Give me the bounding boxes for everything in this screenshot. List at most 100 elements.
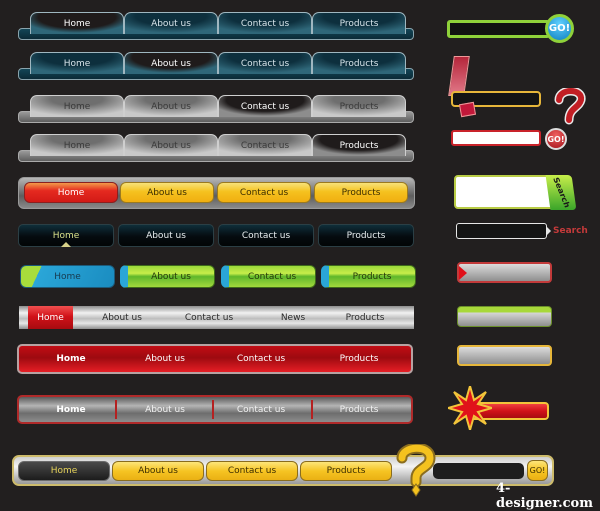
tab-contact-us[interactable]: Contact us — [171, 306, 247, 329]
tab-about-us[interactable]: About us — [120, 265, 215, 288]
tab-label: Home — [63, 58, 91, 69]
outline-search-input[interactable] — [456, 223, 547, 239]
tab-contact-us[interactable]: Contact us — [218, 12, 312, 34]
tab-label: Home — [50, 466, 78, 476]
tab-home[interactable]: Home — [20, 265, 115, 288]
tab-label: Products — [339, 404, 379, 415]
tab-label: About us — [151, 18, 191, 29]
bottom-search-input[interactable] — [433, 463, 524, 479]
red-arrow-input[interactable] — [457, 262, 552, 283]
gray-bar-menu: Home About us Contact us Products — [17, 395, 413, 424]
tab-label: Contact us — [240, 140, 290, 151]
green-search-input[interactable] — [447, 20, 550, 38]
tab-label: Products — [346, 230, 386, 241]
tab-contact-us[interactable]: Contact us — [215, 397, 307, 422]
tab-products[interactable]: Products — [321, 265, 416, 288]
red-question-mark-icon — [554, 88, 586, 125]
tab-label: Products — [326, 466, 366, 476]
green-search-button[interactable]: Search — [545, 175, 577, 210]
tab-label: Home — [63, 140, 91, 151]
tab-products[interactable]: Products — [313, 397, 405, 422]
tab-products[interactable]: Products — [312, 52, 406, 74]
gray-tab-menu-1: Home About us Contact us Products — [18, 94, 414, 124]
tab-home[interactable]: Home — [30, 134, 124, 156]
tab-label: About us — [138, 466, 178, 476]
tab-about-us[interactable]: About us — [112, 461, 204, 481]
tab-about-us[interactable]: About us — [119, 346, 211, 372]
tab-contact-us[interactable]: Contact us — [218, 95, 312, 117]
tab-contact-us[interactable]: Contact us — [215, 346, 307, 372]
yellow-button-menu: Home About us Contact us Products — [18, 177, 415, 209]
tab-label: About us — [145, 404, 185, 415]
tab-label: Contact us — [247, 271, 297, 282]
tab-contact-us[interactable]: Contact us — [218, 52, 312, 74]
tab-label: Contact us — [236, 404, 286, 415]
green-top-input[interactable] — [457, 306, 552, 327]
go-label: GO! — [547, 134, 565, 144]
tab-products[interactable]: Products — [313, 346, 405, 372]
tab-label: Products — [339, 140, 379, 151]
tab-label: Products — [339, 18, 379, 29]
tab-about-us[interactable]: About us — [118, 224, 214, 247]
tab-products[interactable]: Products — [337, 306, 393, 329]
tab-home[interactable]: Home — [30, 12, 124, 34]
red-bar-menu: Home About us Contact us Products — [17, 344, 413, 374]
input-arrow-icon — [546, 226, 551, 236]
tab-products[interactable]: Products — [300, 461, 392, 481]
tab-about-us[interactable]: About us — [124, 134, 218, 156]
tab-contact-us[interactable]: Contact us — [206, 461, 298, 481]
tab-about-us[interactable]: About us — [85, 306, 159, 329]
tab-label: About us — [145, 354, 185, 364]
tab-home[interactable]: Home — [25, 397, 117, 422]
tab-products[interactable]: Products — [318, 224, 414, 247]
tab-about-us[interactable]: About us — [124, 12, 218, 34]
tab-home[interactable]: Home — [24, 182, 118, 203]
tab-label: Products — [341, 187, 381, 198]
tab-contact-us[interactable]: Contact us — [221, 265, 316, 288]
tab-label: Home — [37, 312, 64, 323]
tab-label: Contact us — [240, 101, 290, 112]
tab-label: Home — [56, 404, 86, 415]
tab-label: About us — [151, 271, 191, 282]
tab-about-us[interactable]: About us — [119, 397, 211, 422]
tab-products[interactable]: Products — [314, 182, 408, 203]
tab-home[interactable]: Home — [25, 346, 117, 372]
bottom-go-button[interactable]: GO! — [527, 460, 548, 481]
divider — [115, 400, 117, 419]
red-search-link[interactable]: Search — [553, 226, 588, 236]
tab-contact-us[interactable]: Contact us — [218, 134, 312, 156]
exclamation-icon — [448, 56, 470, 96]
tab-products[interactable]: Products — [312, 12, 406, 34]
tab-contact-us[interactable]: Contact us — [218, 224, 314, 247]
tab-about-us[interactable]: About us — [124, 95, 218, 117]
tab-label: About us — [151, 101, 191, 112]
tab-home[interactable]: Home — [18, 461, 110, 481]
tab-about-us[interactable]: About us — [124, 52, 218, 74]
gold-frame-input[interactable] — [457, 345, 552, 366]
red-arrow-icon — [459, 266, 467, 280]
tab-label: Home — [56, 354, 86, 364]
tab-label: Contact us — [240, 58, 290, 69]
tab-about-us[interactable]: About us — [120, 182, 214, 203]
tab-label: Home — [63, 18, 91, 29]
red-go-button[interactable]: GO! — [545, 128, 567, 150]
white-search-input[interactable] — [451, 130, 541, 146]
tab-contact-us[interactable]: Contact us — [217, 182, 311, 203]
tab-label: Home — [54, 271, 81, 282]
tab-news[interactable]: News — [265, 306, 321, 329]
tab-products[interactable]: Products — [312, 134, 406, 156]
tab-label: Contact us — [227, 466, 277, 476]
tab-home[interactable]: Home — [30, 95, 124, 117]
silver-bar-menu: Home About us Contact us News Products — [19, 306, 414, 329]
tab-home[interactable]: Home — [28, 306, 73, 329]
tab-label: Home — [63, 101, 91, 112]
bottom-menu-bar: Home About us Contact us Products GO! — [12, 455, 554, 486]
green-go-button[interactable]: GO! — [545, 14, 574, 43]
tab-label: Contact us — [240, 18, 290, 29]
watermark: 4-designer.com — [496, 481, 593, 511]
large-search-input[interactable] — [454, 175, 559, 209]
go-label: GO! — [548, 23, 571, 34]
dark-button-menu: Home About us Contact us Products — [18, 224, 414, 248]
tab-home[interactable]: Home — [30, 52, 124, 74]
tab-products[interactable]: Products — [312, 95, 406, 117]
